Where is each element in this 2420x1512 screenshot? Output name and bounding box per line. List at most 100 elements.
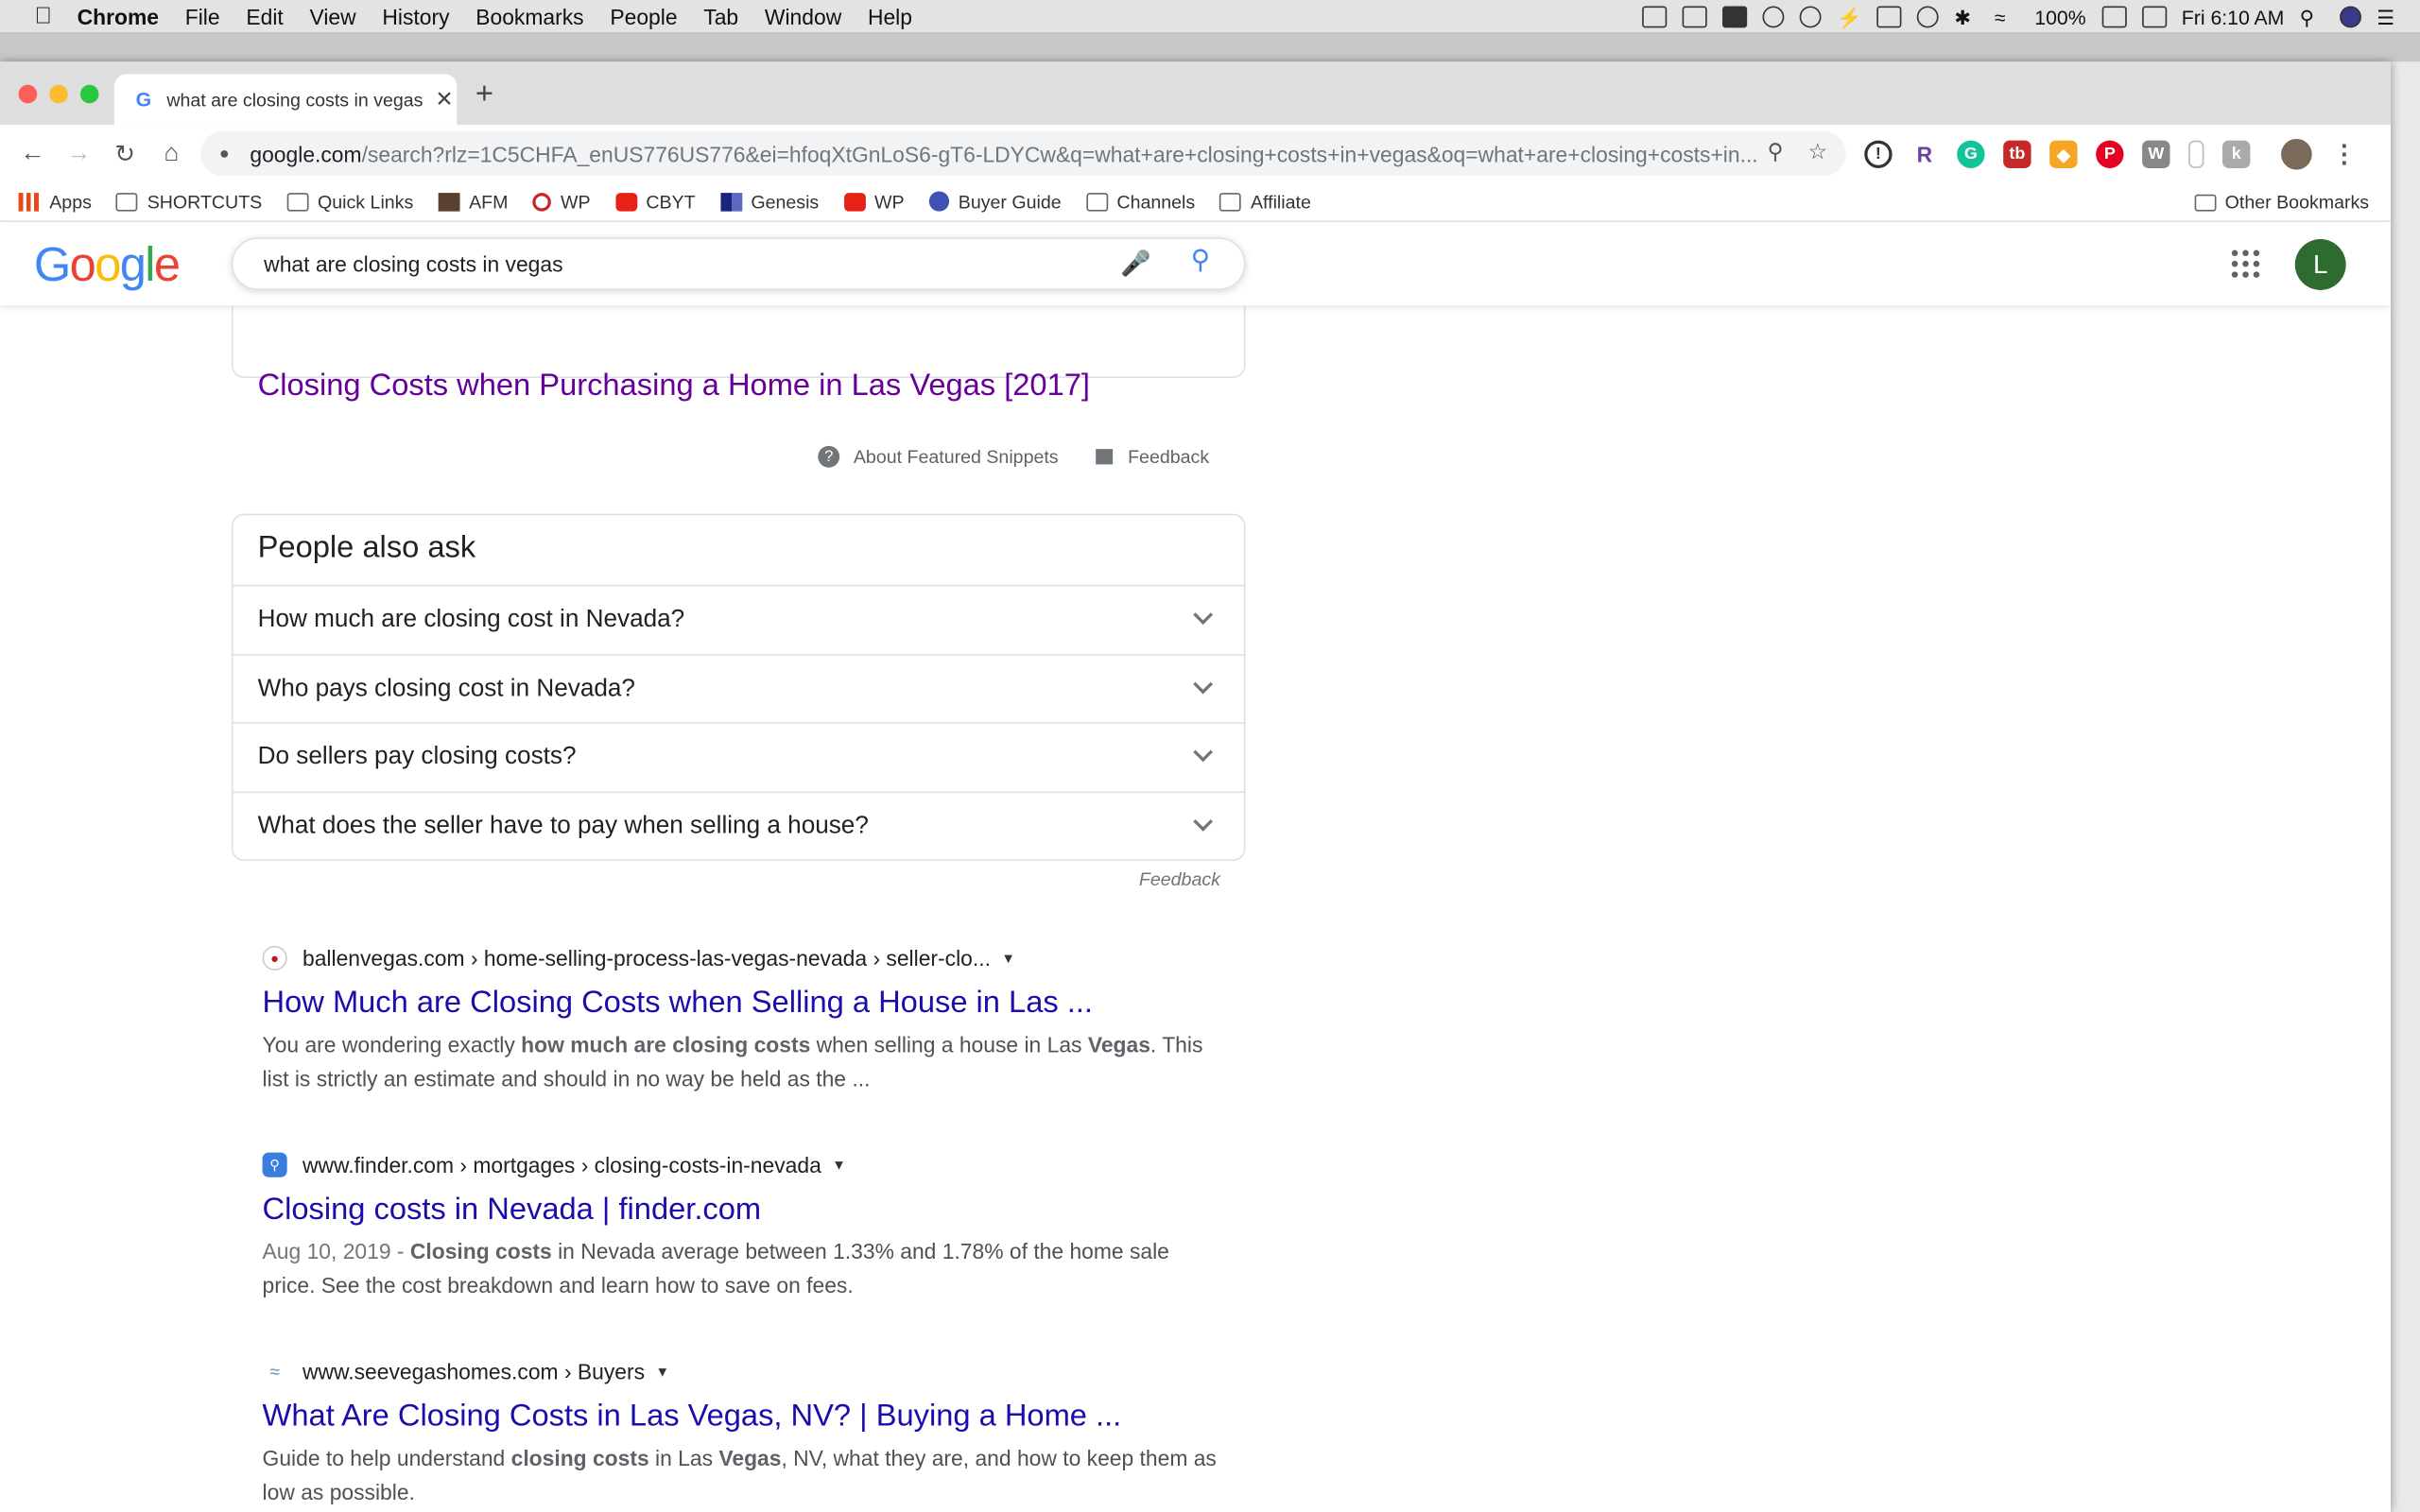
result-cite[interactable]: ⚲ www.finder.com › mortgages › closing-c… xyxy=(262,1149,1219,1180)
tab-active[interactable]: G what are closing costs in vegas ✕ xyxy=(113,74,458,126)
wordcount-extension-icon[interactable]: W xyxy=(2142,140,2170,168)
bookmark-apps[interactable]: Apps xyxy=(18,191,92,212)
forward-arrow-icon[interactable]: → xyxy=(56,140,102,167)
menu-people[interactable]: People xyxy=(610,4,677,28)
bookmark-shortcuts[interactable]: SHORTCUTS xyxy=(116,191,262,212)
result-title-link[interactable]: Closing costs in Nevada | finder.com xyxy=(263,1193,1219,1228)
home-icon[interactable]: ⌂ xyxy=(148,140,195,167)
tab-strip: G what are closing costs in vegas ✕ + xyxy=(0,61,2391,126)
screenshot-icon[interactable] xyxy=(1722,6,1748,28)
page-extension-icon[interactable] xyxy=(2188,140,2204,168)
menu-bookmarks[interactable]: Bookmarks xyxy=(475,4,583,28)
bookmark-buyer-guide[interactable]: Buyer Guide xyxy=(928,191,1062,212)
result-url: www.finder.com › mortgages › closing-cos… xyxy=(302,1152,821,1177)
folder-icon xyxy=(286,192,309,211)
bookmark-genesis[interactable]: Genesis xyxy=(719,190,820,213)
close-window-button[interactable] xyxy=(18,84,38,104)
result-menu-caret-icon[interactable]: ▼ xyxy=(832,1157,846,1172)
bookmark-label: CBYT xyxy=(646,190,696,213)
menu-history[interactable]: History xyxy=(382,4,449,28)
paa-question[interactable]: Who pays closing cost in Nevada? xyxy=(233,654,1244,723)
cloud-icon[interactable] xyxy=(1762,6,1785,28)
reload-icon[interactable]: ↻ xyxy=(102,138,148,169)
bookmark-affiliate[interactable]: Affiliate xyxy=(1219,191,1311,212)
chrome-menu-icon[interactable]: ⋮ xyxy=(2330,141,2358,168)
wifi-icon[interactable]: ≈ xyxy=(1995,7,2019,29)
paa-question[interactable]: How much are closing cost in Nevada? xyxy=(233,584,1244,654)
paa-question[interactable]: Do sellers pay closing costs? xyxy=(233,722,1244,791)
onepassword-extension-icon[interactable]: ! xyxy=(1864,140,1893,168)
featured-feedback-button[interactable]: Feedback xyxy=(1095,445,1210,468)
menu-window[interactable]: Window xyxy=(765,4,841,28)
back-arrow-icon[interactable]: ← xyxy=(9,140,56,167)
search-query: what are closing costs in vegas xyxy=(264,251,563,277)
result-title-link[interactable]: How Much are Closing Costs when Selling … xyxy=(263,986,1219,1022)
password-icon[interactable] xyxy=(1800,6,1822,28)
bookmark-wp-2[interactable]: WP xyxy=(843,191,905,212)
bookmark-wp[interactable]: WP xyxy=(532,191,591,212)
search-icon[interactable]: ⚲ xyxy=(1191,246,1210,277)
menu-help[interactable]: Help xyxy=(868,4,912,28)
menu-view[interactable]: View xyxy=(309,4,355,28)
tag-extension-icon[interactable]: ◆ xyxy=(2049,140,2078,168)
bookmark-afm[interactable]: AFM xyxy=(438,191,508,212)
new-tab-button[interactable]: + xyxy=(475,77,493,113)
airplay-icon[interactable] xyxy=(1876,6,1902,28)
siri-icon[interactable] xyxy=(2340,6,2361,28)
other-bookmarks[interactable]: Other Bookmarks xyxy=(2194,191,2369,213)
film-icon[interactable] xyxy=(1683,6,1708,28)
people-also-ask: People also ask How much are closing cos… xyxy=(231,513,1246,862)
google-logo[interactable]: Google xyxy=(34,237,181,293)
menu-file[interactable]: File xyxy=(185,4,220,28)
clock[interactable]: Fri 6:10 AM xyxy=(2182,6,2285,28)
notification-center-icon[interactable]: ☰ xyxy=(2377,7,2401,29)
bookmark-quick-links[interactable]: Quick Links xyxy=(286,191,413,212)
r-extension-icon[interactable]: R xyxy=(1910,141,1938,168)
address-bar[interactable]: ● google.com /search?rlz=1C5CHFA_enUS776… xyxy=(200,130,1846,177)
paa-question-text: Who pays closing cost in Nevada? xyxy=(257,676,635,702)
paa-feedback-link[interactable]: Feedback xyxy=(1139,868,1220,890)
menu-chrome[interactable]: Chrome xyxy=(78,4,159,28)
camera-icon[interactable] xyxy=(1642,6,1668,28)
zoom-icon[interactable]: ⚲ xyxy=(1768,139,1784,165)
battery-icon[interactable] xyxy=(2100,6,2127,28)
featured-snippet-link[interactable]: Closing Costs when Purchasing a Home in … xyxy=(258,369,1090,404)
menu-tab[interactable]: Tab xyxy=(703,4,738,28)
apps-grid-icon xyxy=(18,192,41,211)
feedback-label: Feedback xyxy=(1128,445,1210,468)
calendar-icon[interactable] xyxy=(2141,6,2167,28)
bookmark-label: Genesis xyxy=(751,190,820,213)
result-menu-caret-icon[interactable]: ▼ xyxy=(1001,951,1015,966)
account-avatar[interactable]: L xyxy=(2294,239,2346,290)
bookmark-cbyt[interactable]: CBYT xyxy=(614,190,696,213)
youtube-favicon-icon xyxy=(843,192,866,211)
search-input[interactable]: what are closing costs in vegas 🎤 ⚲ xyxy=(231,237,1246,290)
apple-menu-icon[interactable]:  xyxy=(27,3,59,29)
zoom-window-button[interactable] xyxy=(79,84,99,104)
k-extension-icon[interactable]: k xyxy=(2222,140,2251,168)
pinterest-extension-icon[interactable]: P xyxy=(2096,140,2124,168)
bluetooth-icon[interactable]: ✱ xyxy=(1954,7,1979,29)
menu-edit[interactable]: Edit xyxy=(246,4,283,28)
minimize-window-button[interactable] xyxy=(49,84,68,104)
bookmark-star-icon[interactable]: ☆ xyxy=(1808,139,1828,165)
bookmark-label: Channels xyxy=(1116,190,1196,213)
result-title-link[interactable]: What Are Closing Costs in Las Vegas, NV?… xyxy=(263,1400,1219,1435)
about-featured-snippets-link[interactable]: About Featured Snippets xyxy=(854,446,1059,468)
result-cite[interactable]: ≈ www.seevegashomes.com › Buyers ▼ xyxy=(262,1356,1219,1387)
bookmark-label: Other Bookmarks xyxy=(2224,191,2370,214)
time-machine-icon[interactable] xyxy=(1917,6,1940,28)
microphone-icon[interactable]: 🎤 xyxy=(1120,249,1151,280)
lock-icon[interactable]: ● xyxy=(219,145,241,163)
bolt-icon[interactable]: ⚡ xyxy=(1837,7,1861,29)
tubebuddy-extension-icon[interactable]: tb xyxy=(2003,140,2031,168)
result-menu-caret-icon[interactable]: ▼ xyxy=(655,1364,669,1379)
paa-question[interactable]: What does the seller have to pay when se… xyxy=(233,791,1244,861)
bookmark-channels[interactable]: Channels xyxy=(1085,190,1196,213)
profile-avatar-icon[interactable] xyxy=(2281,138,2312,170)
close-tab-icon[interactable]: ✕ xyxy=(435,86,453,112)
grammarly-extension-icon[interactable]: G xyxy=(1957,140,1985,168)
spotlight-search-icon[interactable]: ⚲ xyxy=(2300,7,2325,29)
google-apps-icon[interactable] xyxy=(2231,249,2260,278)
result-cite[interactable]: ● ballenvegas.com › home-selling-process… xyxy=(262,943,1219,974)
